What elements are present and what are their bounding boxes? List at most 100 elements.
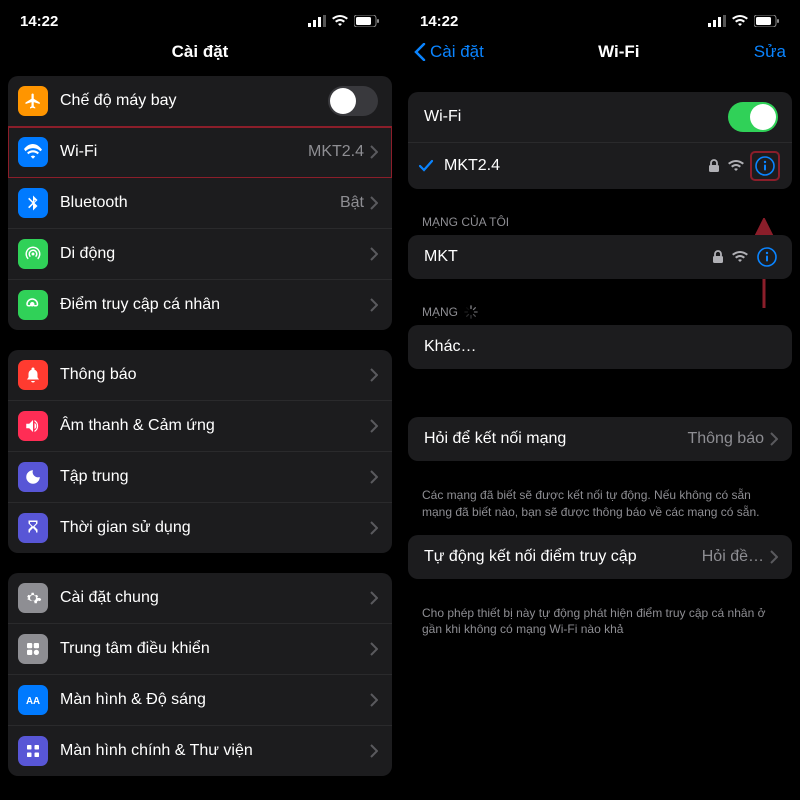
nav-bar: Cài đặt Wi-Fi Sửa (400, 36, 800, 72)
edit-button[interactable]: Sửa (754, 42, 786, 62)
row-bluetooth[interactable]: Bluetooth Bật (8, 178, 392, 229)
chevron-right-icon (370, 368, 378, 382)
row-control-center[interactable]: Trung tâm điều khiển (8, 624, 392, 675)
status-indicators (308, 15, 380, 27)
wifi-icon (732, 15, 748, 27)
chevron-right-icon (370, 145, 378, 159)
wifi-icon (332, 15, 348, 27)
airplane-icon (18, 86, 48, 116)
row-label: Điểm truy cập cá nhân (60, 296, 370, 314)
chevron-right-icon (370, 298, 378, 312)
ask-to-join-section: Hỏi để kết nối mạng Thông báo (408, 417, 792, 461)
row-wifi-toggle[interactable]: Wi-Fi (408, 92, 792, 143)
settings-group-general: Cài đặt chung Trung tâm điều khiển AA Mà… (8, 573, 392, 776)
network-icons (708, 153, 778, 179)
chevron-right-icon (370, 693, 378, 707)
row-value: Thông báo (687, 430, 764, 448)
chevron-right-icon (370, 196, 378, 210)
row-home-screen[interactable]: Màn hình chính & Thư viện (8, 726, 392, 776)
row-label: Hỏi để kết nối mạng (424, 430, 687, 448)
row-label: Thông báo (60, 366, 370, 384)
wifi-strength-icon (728, 160, 744, 172)
row-sounds[interactable]: Âm thanh & Cảm ứng (8, 401, 392, 452)
settings-group-alerts: Thông báo Âm thanh & Cảm ứng Tập trung T… (8, 350, 392, 553)
row-label: Cài đặt chung (60, 589, 370, 607)
other-networks-section: Khác… (408, 325, 792, 369)
networks-header-label: MẠNG (422, 305, 458, 319)
row-focus[interactable]: Tập trung (8, 452, 392, 503)
battery-icon (354, 15, 380, 27)
row-other-network[interactable]: Khác… (408, 325, 792, 369)
chevron-right-icon (770, 432, 778, 446)
moon-icon (18, 462, 48, 492)
row-screentime[interactable]: Thời gian sử dụng (8, 503, 392, 553)
row-value: MKT2.4 (308, 143, 364, 161)
chevron-right-icon (370, 247, 378, 261)
row-label: Chế độ máy bay (60, 92, 328, 110)
wifi-screen: 14:22 Cài đặt Wi-Fi Sửa Wi-Fi MKT2.4 (400, 0, 800, 800)
info-button[interactable] (756, 246, 778, 268)
row-label: Âm thanh & Cảm ứng (60, 417, 370, 435)
row-my-network[interactable]: MKT (408, 235, 792, 279)
auto-join-section: Tự động kết nối điểm truy cập Hỏi đề… (408, 535, 792, 579)
display-icon: AA (18, 685, 48, 715)
row-ask-to-join[interactable]: Hỏi để kết nối mạng Thông báo (408, 417, 792, 461)
info-button[interactable] (752, 153, 778, 179)
status-bar: 14:22 (400, 0, 800, 36)
spinner-icon (464, 305, 478, 319)
hotspot-icon (18, 290, 48, 320)
hourglass-icon (18, 513, 48, 543)
wifi-icon (18, 137, 48, 167)
chevron-right-icon (370, 744, 378, 758)
row-label: Bluetooth (60, 194, 340, 212)
network-icons (712, 246, 778, 268)
status-time: 14:22 (20, 13, 58, 30)
wifi-main-section: Wi-Fi MKT2.4 (408, 92, 792, 189)
status-bar: 14:22 (0, 0, 400, 36)
row-label: Màn hình chính & Thư viện (60, 742, 370, 760)
check-icon (418, 158, 438, 174)
row-airplane-mode[interactable]: Chế độ máy bay (8, 76, 392, 127)
chevron-right-icon (370, 470, 378, 484)
airplane-toggle[interactable] (328, 86, 378, 116)
chevron-right-icon (370, 642, 378, 656)
settings-group-connectivity: Chế độ máy bay Wi-Fi MKT2.4 Bluetooth Bậ… (8, 76, 392, 330)
network-name: MKT2.4 (444, 157, 708, 175)
home-icon (18, 736, 48, 766)
row-label: Tập trung (60, 468, 370, 486)
row-connected-network[interactable]: MKT2.4 (408, 143, 792, 189)
other-label: Khác… (424, 338, 778, 356)
row-value: Bật (340, 194, 364, 212)
chevron-right-icon (370, 591, 378, 605)
wifi-toggle[interactable] (728, 102, 778, 132)
back-button[interactable]: Cài đặt (414, 42, 484, 62)
row-hotspot[interactable]: Điểm truy cập cá nhân (8, 280, 392, 330)
row-auto-join[interactable]: Tự động kết nối điểm truy cập Hỏi đề… (408, 535, 792, 579)
chevron-right-icon (370, 521, 378, 535)
settings-screen: 14:22 Cài đặt Chế độ máy bay Wi-Fi MKT2.… (0, 0, 400, 800)
chevron-right-icon (370, 419, 378, 433)
my-networks-section: MKT (408, 235, 792, 279)
row-label: Di động (60, 245, 370, 263)
bluetooth-icon (18, 188, 48, 218)
battery-icon (754, 15, 780, 27)
back-label: Cài đặt (430, 42, 484, 62)
row-label: Wi-Fi (424, 108, 728, 126)
row-cellular[interactable]: Di động (8, 229, 392, 280)
info-icon (754, 155, 776, 177)
row-notifications[interactable]: Thông báo (8, 350, 392, 401)
lock-icon (712, 250, 724, 264)
wifi-strength-icon (732, 251, 748, 263)
bell-icon (18, 360, 48, 390)
svg-text:AA: AA (26, 696, 40, 707)
status-time: 14:22 (420, 13, 458, 30)
chevron-left-icon (414, 43, 426, 61)
page-title: Cài đặt (0, 36, 400, 76)
speaker-icon (18, 411, 48, 441)
row-label: Màn hình & Độ sáng (60, 691, 370, 709)
networks-header: MẠNG (400, 299, 800, 325)
row-wifi[interactable]: Wi-Fi MKT2.4 (8, 127, 392, 178)
row-value: Hỏi đề… (702, 548, 764, 566)
row-general[interactable]: Cài đặt chung (8, 573, 392, 624)
row-display[interactable]: AA Màn hình & Độ sáng (8, 675, 392, 726)
